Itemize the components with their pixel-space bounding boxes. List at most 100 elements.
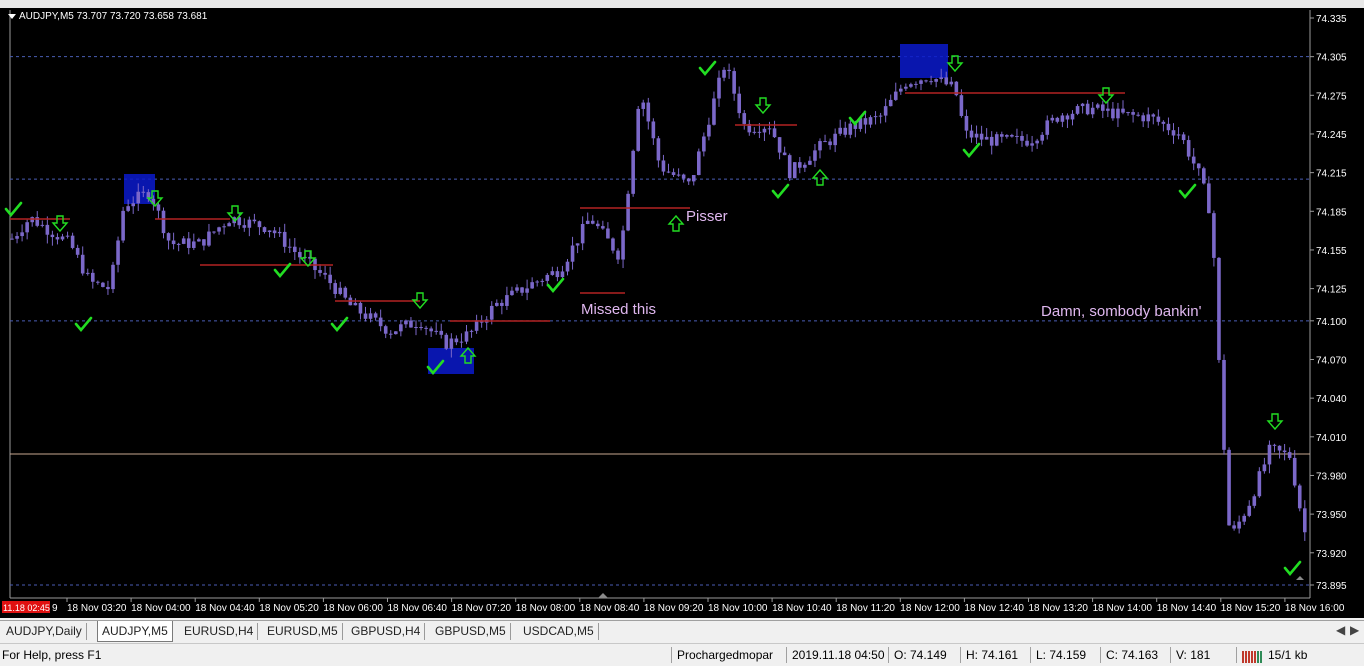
candle-body [50,234,55,238]
candle-body [1050,117,1055,121]
candle-body [85,272,90,274]
candle-body [883,106,888,116]
candle-body [1232,525,1236,529]
candle-body [1025,140,1029,146]
candle-body [262,227,267,233]
candle-body [469,330,474,332]
candle-body [813,150,817,161]
time-axis-label: 18 Nov 08:00 [516,603,576,614]
collapse-triangle-icon[interactable] [8,13,16,19]
candle-body [616,250,620,260]
status-close: C: 74.163 [1106,648,1159,662]
candle-body [282,231,287,247]
candle-body [792,162,797,179]
candle-body [454,338,459,343]
status-separator [671,647,672,663]
candle-body [818,141,822,151]
status-separator [1100,647,1101,663]
candle-body [1040,134,1044,141]
candle-body [464,331,469,342]
candle-body [1090,107,1095,115]
candle-body [646,102,651,122]
status-volume: V: 181 [1176,648,1211,662]
candle-body [621,230,625,260]
candle-body [767,128,772,130]
chart-tab[interactable]: USDCAD,M5 [519,623,599,640]
candle-body [909,84,913,87]
candle-body [510,290,514,296]
chart-tab[interactable]: GBPUSD,M5 [431,623,511,640]
candle-body [207,231,211,246]
candle-body [1126,112,1130,114]
candle-body [893,91,898,100]
candle-body [1151,114,1156,117]
time-axis-label: 18 Nov 13:20 [1029,603,1089,614]
candle-body [161,210,166,234]
candle-body [1035,140,1039,144]
candle-body [126,206,130,211]
candle-body [429,328,433,332]
candle-body [1217,257,1221,360]
candle-body [525,288,529,293]
candle-body [96,281,100,283]
status-high: H: 74.161 [966,648,1019,662]
candle-body [974,133,979,138]
time-axis-label: 18 Nov 12:00 [900,603,960,614]
connection-status-icon [1242,649,1264,663]
candle-body [318,270,322,273]
status-low: L: 74.159 [1036,648,1087,662]
time-axis-label: 18 Nov 06:40 [388,603,448,614]
candle-body [489,305,494,320]
chart-tab[interactable]: AUDJPY,M5 [97,621,173,642]
candle-body [636,108,640,151]
time-axis-label: 18 Nov 09:20 [644,603,704,614]
chart-tab[interactable]: AUDJPY,Daily [2,623,87,640]
status-datetime: 2019.11.18 04:50 [792,648,885,662]
price-axis-label: 74.155 [1316,246,1347,257]
tabs-scroll-left-icon[interactable]: ◀ [1336,623,1345,637]
candle-body [227,223,231,227]
candle-body [75,247,80,255]
candle-body [540,280,545,282]
candle-body [1055,117,1060,122]
candle-body [1237,521,1241,529]
candle-body [1212,213,1216,258]
candle-body [843,127,848,135]
candle-body [570,245,575,262]
candle-body [686,178,691,182]
status-separator [888,647,889,663]
candle-body [984,136,989,140]
candle-body [176,243,181,245]
candle-body [212,231,216,233]
candle-body [828,141,832,146]
candle-body [358,302,363,314]
candle-body [298,252,302,258]
chart-tab[interactable]: GBPUSD,H4 [347,623,426,640]
candle-body [671,172,676,175]
chart-window[interactable]: Pisser Missed this Damn, sombody bankin' 74… [0,8,1364,618]
price-chart[interactable]: Pisser Missed this Damn, sombody bankin' 74… [0,8,1364,618]
price-axis-label: 74.125 [1316,285,1347,296]
chart-annotation: Pisser [686,208,728,225]
candle-body [1070,113,1075,120]
candle-body [217,227,221,232]
price-axis-label: 74.275 [1316,91,1347,102]
candle-body [495,302,499,306]
candle-body [520,287,524,293]
candle-body [1045,120,1050,135]
status-help-text: For Help, press F1 [2,648,102,662]
candle-body [550,271,555,275]
candle-body [1146,114,1151,122]
tabs-scroll-right-icon[interactable]: ▶ [1350,623,1359,637]
candle-body [166,233,171,241]
time-axis-label: 18 Nov 06:00 [323,603,383,614]
chart-tab[interactable]: EURUSD,H4 [180,623,259,640]
status-separator [1170,647,1171,663]
time-axis-label: 18 Nov 12:40 [964,603,1024,614]
candle-body [873,116,878,118]
candle-body [373,313,378,318]
candle-body [515,287,519,291]
candle-body [959,95,964,116]
chart-tab[interactable]: EURUSD,M5 [263,623,343,640]
candle-body [530,282,534,289]
